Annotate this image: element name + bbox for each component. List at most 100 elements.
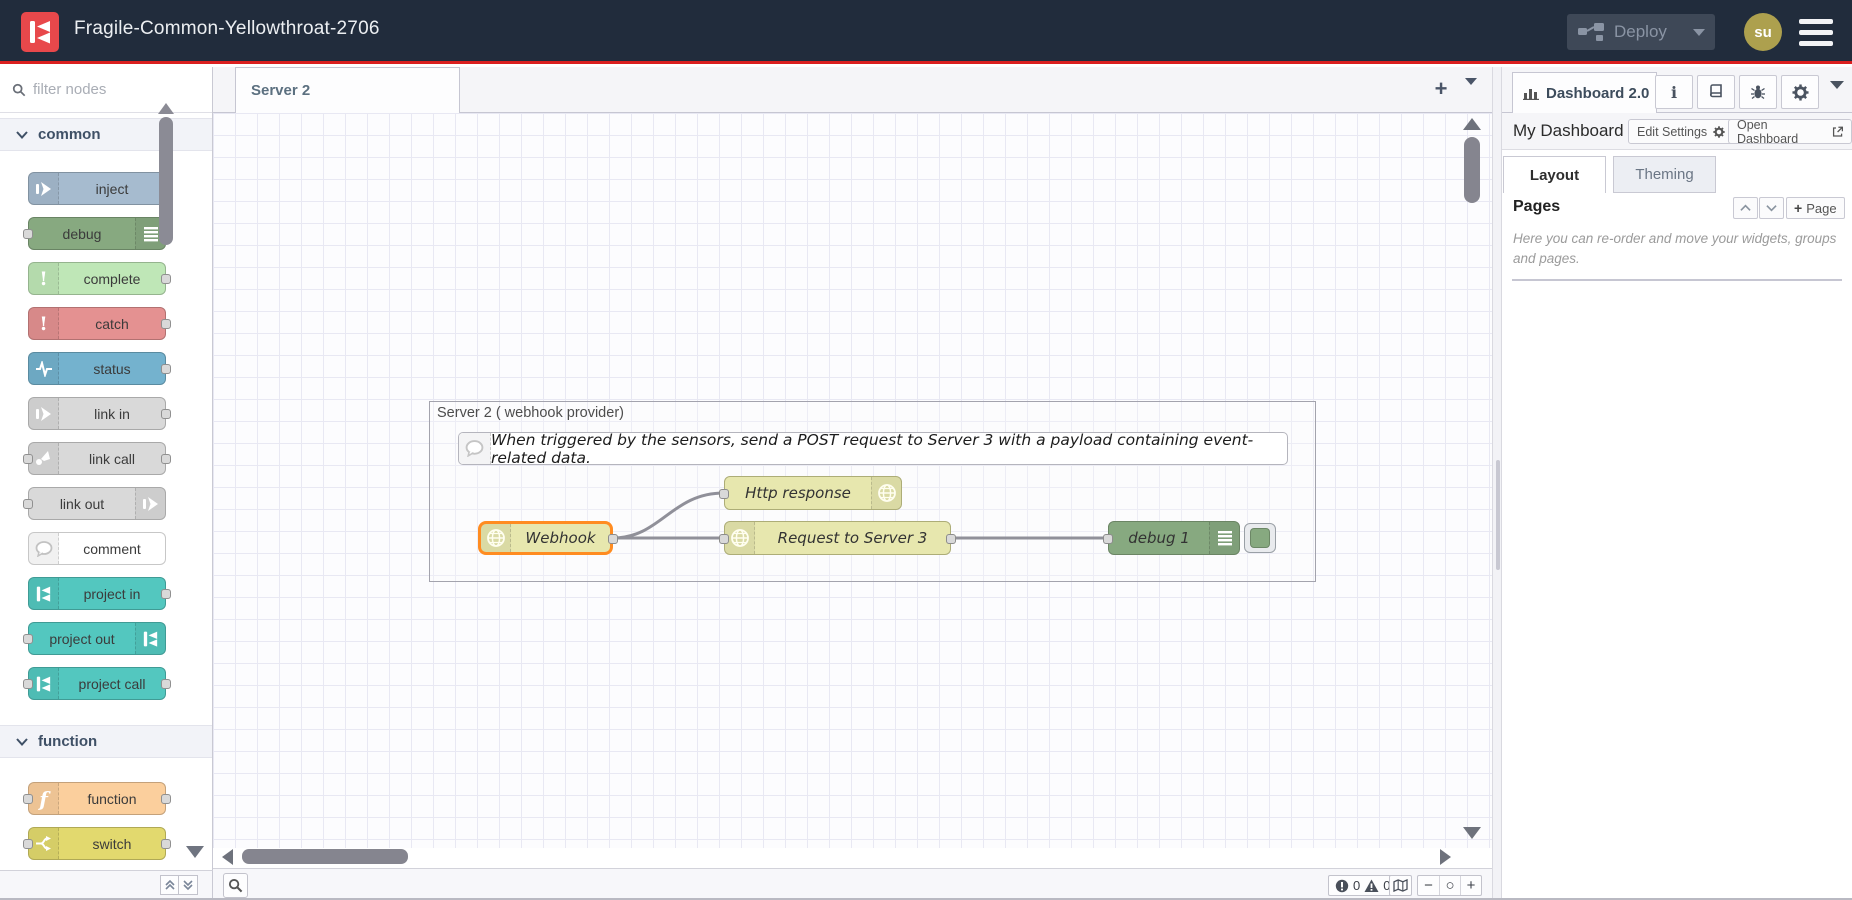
palette-scrollbar-thumb[interactable] bbox=[159, 117, 173, 245]
input-port[interactable] bbox=[1103, 534, 1113, 544]
palette-scroll-up[interactable] bbox=[158, 103, 174, 114]
node-request-to-server-3[interactable]: Request to Server 3 bbox=[724, 521, 951, 555]
deploy-button[interactable]: Deploy bbox=[1567, 14, 1715, 50]
node-red-icon bbox=[29, 668, 59, 699]
tab-layout[interactable]: Layout bbox=[1503, 156, 1606, 193]
function-icon: f bbox=[29, 783, 59, 814]
tab-server-2[interactable]: Server 2 bbox=[235, 67, 460, 113]
palette-node-link-out[interactable]: link out bbox=[28, 487, 166, 520]
filter-nodes-input[interactable] bbox=[33, 81, 183, 98]
comment-text: When triggered by the sensors, send a PO… bbox=[491, 433, 1287, 464]
edit-settings-button[interactable]: Edit Settings bbox=[1628, 119, 1734, 144]
palette-node-link-in[interactable]: link in bbox=[28, 397, 166, 430]
canvas-hscrollbar-thumb[interactable] bbox=[242, 849, 408, 864]
debug-list-icon bbox=[1209, 522, 1239, 554]
error-icon bbox=[1335, 879, 1349, 893]
deploy-icon bbox=[1577, 22, 1605, 42]
zoom-in-button[interactable]: + bbox=[1460, 876, 1481, 895]
output-port bbox=[161, 589, 171, 599]
node-webhook-selected[interactable]: Webhook bbox=[478, 521, 613, 555]
palette-node-status[interactable]: status bbox=[28, 352, 166, 385]
tab-theming[interactable]: Theming bbox=[1613, 156, 1716, 193]
search-flows-button[interactable] bbox=[223, 873, 248, 898]
category-function[interactable]: function bbox=[0, 725, 212, 758]
warning-icon bbox=[1364, 879, 1379, 893]
palette-node-project-in[interactable]: project in bbox=[28, 577, 166, 610]
canvas-scroll-up[interactable] bbox=[1463, 118, 1481, 130]
input-port bbox=[23, 634, 33, 644]
palette-scroll-down[interactable] bbox=[186, 846, 204, 858]
divider bbox=[1512, 279, 1842, 281]
palette-node-function[interactable]: f function bbox=[28, 782, 166, 815]
switch-icon bbox=[29, 828, 59, 859]
category-label: common bbox=[38, 126, 101, 143]
node-http-response[interactable]: Http response bbox=[724, 476, 902, 510]
palette-node-link-call[interactable]: link call bbox=[28, 442, 166, 475]
user-avatar[interactable]: su bbox=[1744, 13, 1782, 51]
palette-node-project-out[interactable]: project out bbox=[28, 622, 166, 655]
sidebar-menu-button[interactable] bbox=[1830, 89, 1844, 107]
pages-heading: Pages bbox=[1513, 198, 1560, 216]
category-common[interactable]: common bbox=[0, 118, 212, 151]
palette-node-comment[interactable]: comment bbox=[28, 532, 166, 565]
sidebar-tabbar: Dashboard 2.0 i bbox=[1502, 67, 1852, 113]
output-port[interactable] bbox=[608, 534, 618, 544]
link-arrow-icon bbox=[135, 488, 165, 519]
input-port bbox=[23, 229, 33, 239]
output-port bbox=[161, 319, 171, 329]
node-red-editor: Fragile-Common-Yellowthroat-2706 Deploy … bbox=[0, 0, 1852, 900]
zoom-reset-button[interactable]: ○ bbox=[1439, 876, 1460, 895]
page-move-up-button[interactable] bbox=[1733, 197, 1758, 219]
output-port[interactable] bbox=[946, 534, 956, 544]
zoom-out-button[interactable]: − bbox=[1418, 876, 1439, 895]
globe-icon bbox=[871, 477, 901, 509]
exclamation-icon: ! bbox=[29, 308, 59, 339]
collapse-all-button[interactable] bbox=[160, 875, 179, 895]
palette-node-inject[interactable]: inject bbox=[28, 172, 166, 205]
palette-filter bbox=[0, 67, 212, 113]
debug-bug-button[interactable] bbox=[1739, 75, 1777, 109]
search-icon bbox=[12, 83, 26, 97]
settings-gear-button[interactable] bbox=[1781, 75, 1819, 109]
input-port bbox=[23, 499, 33, 509]
notification-counts[interactable]: 0 0 bbox=[1328, 875, 1397, 896]
info-tab-button[interactable]: i bbox=[1655, 75, 1693, 109]
palette-node-switch[interactable]: switch bbox=[28, 827, 166, 860]
input-port bbox=[23, 839, 33, 849]
main-menu-button[interactable] bbox=[1799, 19, 1833, 46]
expand-all-button[interactable] bbox=[179, 875, 198, 895]
bar-chart-icon bbox=[1523, 86, 1539, 100]
input-port[interactable] bbox=[719, 489, 729, 499]
debug-toggle-button[interactable] bbox=[1244, 523, 1276, 553]
add-flow-button[interactable]: + bbox=[1428, 75, 1454, 103]
palette-footer bbox=[0, 870, 213, 898]
canvas-footer: 0 0 − ○ + bbox=[213, 868, 1492, 898]
page-move-down-button[interactable] bbox=[1759, 197, 1784, 219]
palette-node-project-call[interactable]: project call bbox=[28, 667, 166, 700]
input-port[interactable] bbox=[719, 534, 729, 544]
navigator-map-button[interactable] bbox=[1389, 875, 1412, 896]
splitter-handle[interactable] bbox=[1496, 460, 1500, 570]
dashboard-header-row: My Dashboard Edit Settings Open Dashboar… bbox=[1502, 113, 1852, 150]
flow-list-button[interactable] bbox=[1465, 85, 1477, 103]
pages-help-text: Here you can re-order and move your widg… bbox=[1513, 229, 1845, 270]
add-page-button[interactable]: + Page bbox=[1786, 197, 1845, 219]
canvas-scroll-right[interactable] bbox=[1440, 849, 1451, 865]
speech-bubble-icon bbox=[459, 433, 491, 464]
pulse-icon bbox=[29, 353, 59, 384]
output-port bbox=[161, 839, 171, 849]
palette-node-catch[interactable]: ! catch bbox=[28, 307, 166, 340]
deploy-dropdown-icon[interactable] bbox=[1693, 29, 1705, 36]
canvas-scroll-down[interactable] bbox=[1463, 827, 1481, 839]
palette-node-debug[interactable]: debug bbox=[28, 217, 166, 250]
tab-dashboard-2[interactable]: Dashboard 2.0 bbox=[1512, 72, 1657, 113]
palette-node-complete[interactable]: ! complete bbox=[28, 262, 166, 295]
canvas-scroll-left[interactable] bbox=[222, 849, 233, 865]
help-book-button[interactable] bbox=[1697, 75, 1735, 109]
node-red-icon bbox=[29, 578, 59, 609]
sidebar-splitter[interactable] bbox=[1492, 67, 1502, 900]
node-debug-1[interactable]: debug 1 bbox=[1108, 521, 1240, 555]
canvas-vscrollbar-thumb[interactable] bbox=[1464, 137, 1480, 203]
comment-node[interactable]: When triggered by the sensors, send a PO… bbox=[458, 432, 1288, 465]
open-dashboard-button[interactable]: Open Dashboard bbox=[1728, 119, 1852, 144]
